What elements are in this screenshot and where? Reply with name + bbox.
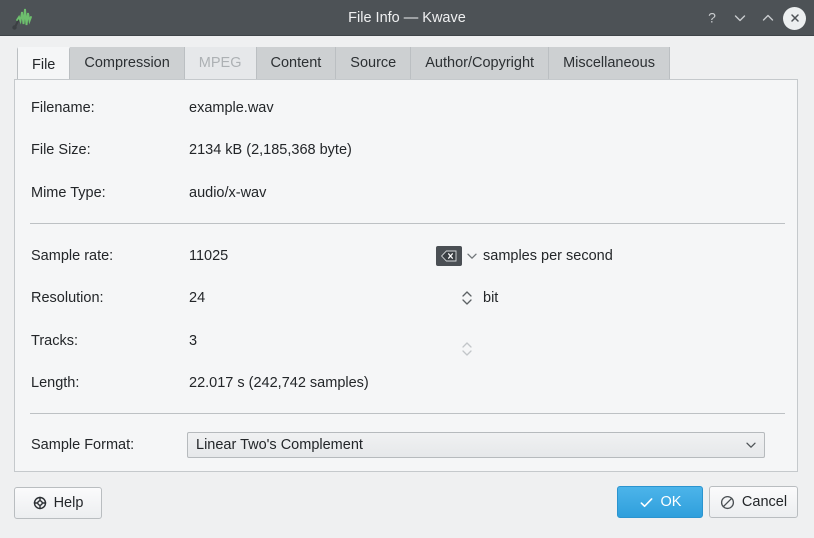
chevron-down-icon <box>738 438 764 452</box>
resolution-label: Resolution: <box>31 290 104 306</box>
row-file-size: File Size: 2134 kB (2,185,368 byte) <box>15 137 799 163</box>
file-info-dialog: File Info — Kwave ? File Compression MPE… <box>0 0 814 538</box>
help-lifebuoy-icon <box>33 496 47 510</box>
row-length: Length: 22.017 s (242,742 samples) <box>15 370 799 396</box>
tab-author-copyright[interactable]: Author/Copyright <box>411 47 550 79</box>
backspace-clear-icon[interactable] <box>436 246 462 266</box>
window-controls: ? <box>699 0 806 36</box>
row-filename: Filename: example.wav <box>15 95 799 121</box>
sample-format-label: Sample Format: <box>31 437 135 453</box>
ok-button-label: OK <box>660 494 682 510</box>
resolution-spinner-icon[interactable] <box>458 286 476 310</box>
no-entry-icon <box>720 495 735 510</box>
file-tab-panel: Filename: example.wav File Size: 2134 kB… <box>14 79 798 472</box>
length-label: Length: <box>31 375 80 391</box>
row-tracks: Tracks: 3 <box>15 328 799 356</box>
tab-content[interactable]: Content <box>256 47 337 79</box>
tab-mpeg: MPEG <box>184 47 257 79</box>
help-button-label: Help <box>53 495 84 511</box>
sample-rate-dropdown-icon[interactable] <box>462 246 482 266</box>
tracks-spinner-icon <box>458 337 476 361</box>
filename-label: Filename: <box>31 100 95 116</box>
file-size-value: 2134 kB (2,185,368 byte) <box>189 142 352 158</box>
length-value: 22.017 s (242,742 samples) <box>189 375 369 391</box>
sample-rate-label: Sample rate: <box>31 248 114 264</box>
svg-text:?: ? <box>708 10 716 26</box>
separator-bottom <box>30 413 785 414</box>
window-minimize-icon[interactable] <box>727 5 753 31</box>
help-button[interactable]: Help <box>14 487 102 519</box>
ok-button[interactable]: OK <box>617 486 703 518</box>
resolution-value[interactable]: 24 <box>189 285 205 311</box>
row-mime-type: Mime Type: audio/x-wav <box>15 180 799 206</box>
resolution-unit: bit <box>483 290 499 306</box>
sample-rate-value[interactable]: 11025 <box>189 243 228 269</box>
sample-format-value: Linear Two's Complement <box>196 437 363 453</box>
tab-bar: File Compression MPEG Content Source Aut… <box>17 47 670 79</box>
cancel-button[interactable]: Cancel <box>709 486 798 518</box>
row-sample-format: Sample Format: Linear Two's Complement <box>15 432 799 458</box>
cancel-button-label: Cancel <box>741 494 788 510</box>
tab-miscellaneous[interactable]: Miscellaneous <box>549 47 670 79</box>
separator-top <box>30 223 785 224</box>
sample-rate-unit: samples per second <box>483 248 613 264</box>
window-maximize-icon[interactable] <box>755 5 781 31</box>
title-bar: File Info — Kwave ? <box>0 0 814 36</box>
mime-type-label: Mime Type: <box>31 185 106 201</box>
window-close-icon[interactable] <box>783 6 806 30</box>
sample-format-combobox[interactable]: Linear Two's Complement <box>187 432 765 458</box>
check-icon <box>639 495 654 510</box>
window-help-icon[interactable]: ? <box>699 5 725 31</box>
row-resolution: Resolution: 24 bit <box>15 285 799 311</box>
file-size-label: File Size: <box>31 142 91 158</box>
filename-value: example.wav <box>189 100 274 116</box>
tab-source[interactable]: Source <box>336 47 412 79</box>
window-title: File Info — Kwave <box>348 10 466 26</box>
tab-file[interactable]: File <box>17 47 71 79</box>
mime-type-value: audio/x-wav <box>189 185 267 201</box>
tracks-value: 3 <box>189 333 198 349</box>
tab-compression[interactable]: Compression <box>70 47 185 79</box>
row-sample-rate: Sample rate: 11025 samples per second <box>15 243 799 269</box>
tracks-label: Tracks: <box>31 333 78 349</box>
